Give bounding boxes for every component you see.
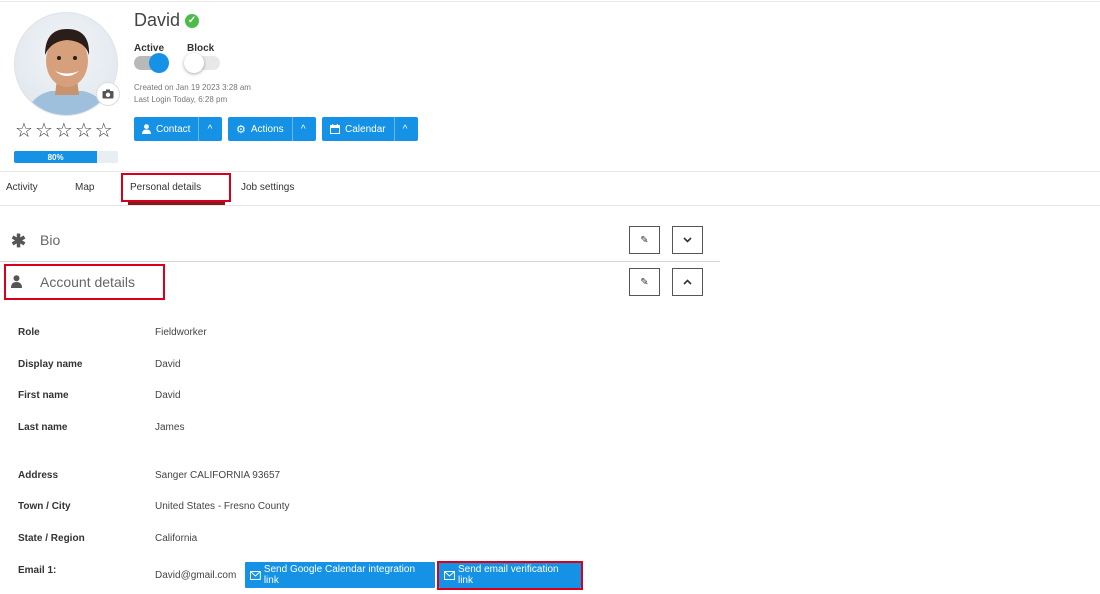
account-highlight-box: [4, 264, 165, 300]
field-value-town-city: United States - Fresno County: [155, 501, 290, 512]
field-value-state-region: California: [155, 533, 198, 544]
field-value-address: Sanger CALIFORNIA 93657: [155, 470, 281, 481]
contact-dropdown[interactable]: Contact ^: [134, 117, 222, 141]
contact-button[interactable]: Contact: [134, 117, 198, 141]
calendar-icon: [330, 124, 340, 134]
tab-job-settings[interactable]: Job settings: [241, 182, 294, 193]
tab-activity[interactable]: Activity: [6, 182, 38, 193]
chevron-up-icon[interactable]: ^: [198, 117, 220, 141]
field-label-email: Email 1:: [18, 565, 57, 576]
envelope-icon: [250, 570, 261, 580]
tab-highlight-box: [121, 173, 231, 202]
contact-label: Contact: [156, 123, 191, 135]
progress-label: 80%: [47, 152, 64, 162]
tab-map[interactable]: Map: [75, 182, 94, 193]
change-photo-button[interactable]: [96, 82, 120, 106]
star-icon[interactable]: ☆: [35, 120, 53, 140]
tabs-bottom-divider: [0, 205, 1100, 206]
star-rating[interactable]: ☆ ☆ ☆ ☆ ☆: [15, 120, 113, 140]
pencil-icon: ✎: [640, 276, 649, 288]
field-label-state-region: State / Region: [18, 533, 85, 544]
field-value-role: Fieldworker: [155, 327, 207, 338]
section-divider: [0, 261, 720, 262]
actions-label: Actions: [250, 123, 284, 135]
field-value-email: David@gmail.com: [155, 570, 237, 581]
field-label-town-city: Town / City: [18, 501, 71, 512]
pencil-icon: ✎: [640, 234, 649, 246]
active-toggle[interactable]: [134, 53, 169, 73]
edit-account-button[interactable]: ✎: [629, 268, 660, 296]
profile-completion-bar: 80%: [14, 151, 118, 163]
user-icon: [142, 124, 151, 134]
field-label-last-name: Last name: [18, 422, 68, 433]
chevron-up-icon[interactable]: ^: [291, 117, 314, 141]
star-icon[interactable]: ☆: [95, 120, 113, 140]
field-label-role: Role: [18, 327, 40, 338]
chevron-up-icon[interactable]: ^: [393, 117, 416, 141]
created-date: Created on Jan 19 2023 3:28 am: [134, 83, 251, 92]
calendar-label: Calendar: [345, 123, 386, 135]
verified-check-icon: ✓: [185, 13, 200, 28]
bio-section-title[interactable]: Bio: [40, 232, 60, 248]
field-label-first-name: First name: [18, 390, 69, 401]
send-google-calendar-label: Send Google Calendar integration link: [263, 564, 416, 586]
calendar-dropdown[interactable]: Calendar ^: [322, 117, 418, 141]
camera-icon: [102, 89, 114, 99]
field-value-display-name: David: [155, 359, 181, 370]
field-label-address: Address: [18, 470, 59, 481]
field-label-display-name: Display name: [18, 359, 83, 370]
expand-bio-button[interactable]: [672, 226, 703, 254]
collapse-account-button[interactable]: [672, 268, 703, 296]
profile-name-text: David: [134, 10, 181, 30]
block-toggle[interactable]: [184, 53, 220, 73]
star-icon[interactable]: ☆: [75, 120, 93, 140]
chevron-up-icon: [683, 279, 692, 285]
last-login: Last Login Today, 6:28 pm: [134, 95, 228, 104]
top-divider: [0, 1, 1100, 2]
star-icon[interactable]: ☆: [15, 120, 33, 140]
field-value-first-name: David: [155, 390, 181, 401]
send-google-calendar-link-button[interactable]: Send Google Calendar integration link: [245, 562, 435, 588]
profile-name: David ✓: [134, 10, 200, 31]
asterisk-icon: ✱: [11, 231, 27, 251]
star-icon[interactable]: ☆: [55, 120, 73, 140]
chevron-down-icon: [683, 237, 692, 243]
actions-dropdown[interactable]: ⚙ Actions ^: [228, 117, 316, 141]
verification-highlight-box: [437, 561, 583, 590]
gear-icon: ⚙: [236, 123, 246, 136]
edit-bio-button[interactable]: ✎: [629, 226, 660, 254]
field-value-last-name: James: [155, 422, 185, 433]
calendar-button[interactable]: Calendar: [322, 117, 394, 141]
actions-button[interactable]: ⚙ Actions: [228, 117, 292, 141]
tabs-top-divider: [0, 171, 1100, 172]
